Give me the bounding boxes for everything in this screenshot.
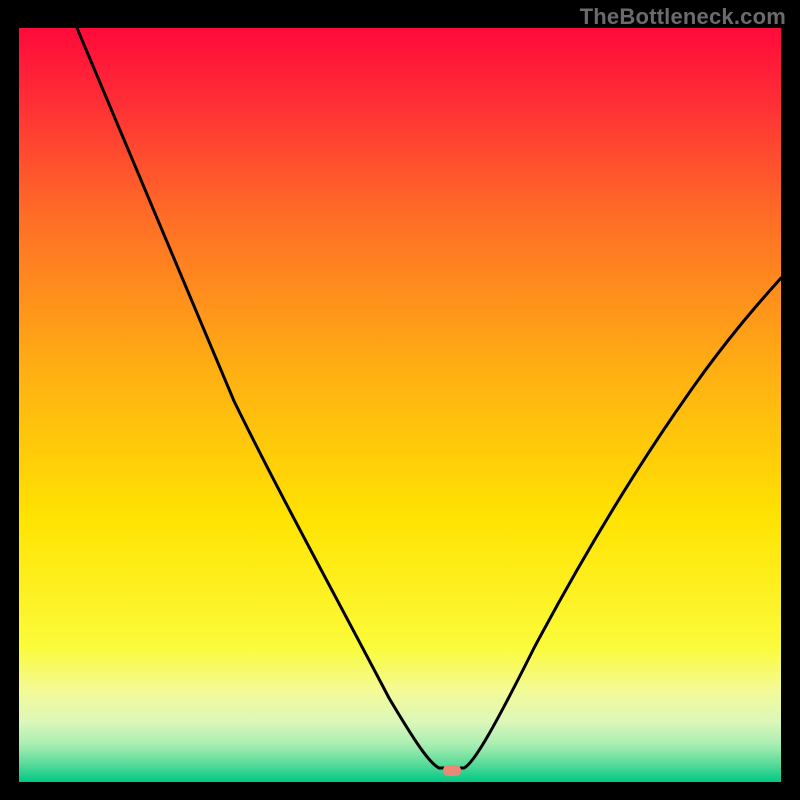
plot-area	[19, 28, 781, 782]
bottleneck-chart-svg	[19, 28, 781, 782]
chart-frame: TheBottleneck.com	[0, 0, 800, 800]
watermark-text: TheBottleneck.com	[580, 4, 786, 30]
gradient-background	[19, 28, 781, 782]
minimum-marker	[443, 765, 461, 776]
